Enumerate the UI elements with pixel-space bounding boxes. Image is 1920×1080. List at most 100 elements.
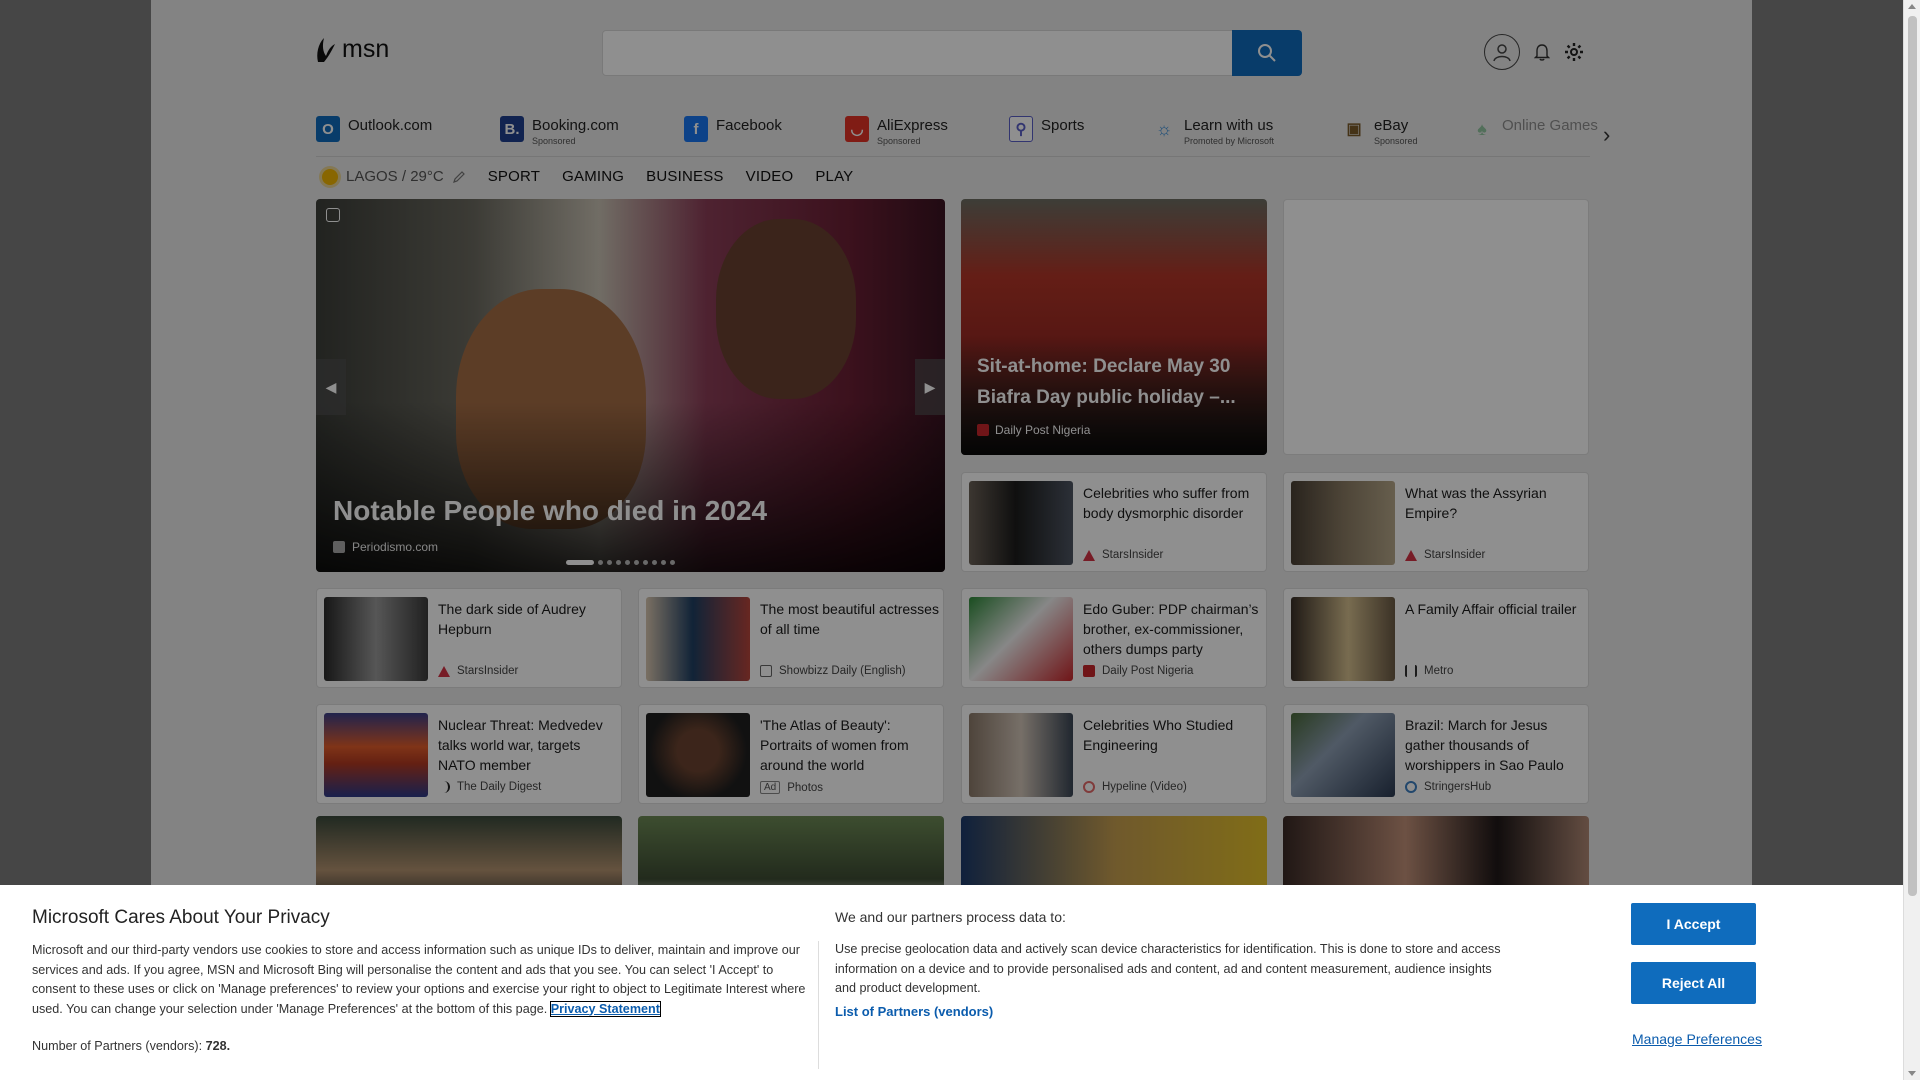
lightbulb-icon: ☼ — [1155, 118, 1173, 139]
msn-butterfly-icon — [317, 37, 335, 62]
carousel-prev-button[interactable]: ◀ — [316, 359, 346, 415]
weather-widget[interactable]: LAGOS / 29°C — [322, 168, 466, 185]
shortcut-facebook[interactable]: f Facebook — [684, 116, 782, 142]
carousel-dot[interactable] — [652, 560, 657, 565]
card-thumbnail — [1291, 713, 1395, 797]
divider — [818, 941, 819, 1069]
booking-icon: B. — [500, 116, 524, 142]
caret-right-icon: ▶ — [924, 378, 936, 395]
games-icon: ♠ — [1477, 118, 1487, 139]
news-card[interactable]: The dark side of Audrey Hepburn StarsIns… — [316, 588, 622, 688]
carousel-dot[interactable] — [670, 560, 675, 565]
nav-sport[interactable]: SPORT — [488, 168, 540, 185]
account-button[interactable] — [1484, 34, 1520, 70]
scroll-up-icon[interactable] — [1908, 4, 1916, 9]
carousel-dot[interactable] — [661, 560, 666, 565]
daily-post-logo-icon — [977, 424, 989, 436]
logo-text: msn — [342, 35, 390, 63]
feature-story[interactable]: Sit-at-home: Declare May 30 Biafra Day p… — [961, 199, 1267, 455]
stringershub-logo-icon — [1405, 781, 1417, 793]
shortcut-outlook[interactable]: O Outlook.com — [316, 116, 432, 142]
outlook-icon: O — [316, 116, 340, 142]
sun-icon — [322, 168, 338, 185]
aliexpress-icon: ◡ — [845, 116, 869, 142]
carousel-dot[interactable] — [566, 560, 594, 565]
shortcut-booking[interactable]: B. Booking.com Sponsored — [500, 116, 619, 146]
carousel-dot[interactable] — [634, 560, 639, 565]
news-card[interactable]: What was the Assyrian Empire? StarsInsid… — [1283, 472, 1589, 572]
feature-title[interactable]: Sit-at-home: Declare May 30 Biafra Day p… — [977, 351, 1262, 413]
nav-play[interactable]: PLAY — [815, 168, 853, 185]
shortcut-online-games[interactable]: ♠ Online Games — [1470, 116, 1598, 142]
privacy-title: Microsoft Cares About Your Privacy — [32, 907, 330, 928]
ad-slot — [1283, 199, 1589, 455]
card-thumbnail — [1291, 481, 1395, 565]
privacy-banner: Microsoft Cares About Your Privacy Micro… — [0, 885, 1903, 1080]
divider — [316, 156, 1590, 157]
carousel-dot[interactable] — [598, 560, 603, 565]
privacy-statement-link[interactable]: Privacy Statement — [549, 1000, 661, 1017]
nav-business[interactable]: BUSINESS — [646, 168, 723, 185]
scrollbar-thumb[interactable] — [1908, 16, 1917, 896]
sports-icon: ⚲ — [1009, 116, 1033, 142]
shortcut-learn[interactable]: ☼ Learn with us Promoted by Microsoft — [1152, 116, 1274, 146]
privacy-body: Microsoft and our third-party vendors us… — [32, 943, 806, 1017]
card-thumbnail — [324, 713, 428, 797]
hypeline-logo-icon — [1083, 781, 1095, 793]
manage-preferences-link[interactable]: Manage Preferences — [1632, 1031, 1762, 1047]
card-thumbnail — [646, 597, 750, 681]
reject-all-button[interactable]: Reject All — [1631, 962, 1756, 1004]
news-card[interactable]: Celebrities Who Studied Engineering Hype… — [961, 704, 1267, 804]
card-thumbnail — [324, 597, 428, 681]
carousel-next-button[interactable]: ▶ — [915, 359, 945, 415]
caret-left-icon: ◀ — [325, 378, 337, 395]
partners-count: Number of Partners (vendors): 728. — [32, 1039, 231, 1053]
starsinsider-logo-icon — [438, 665, 450, 677]
daily-post-logo-icon — [1083, 665, 1095, 677]
card-thumbnail — [969, 713, 1073, 797]
card-thumbnail — [969, 597, 1073, 681]
shortcut-ebay[interactable]: ▣ eBay Sponsored — [1342, 116, 1417, 146]
privacy-subtitle: We and our partners process data to: — [835, 909, 1066, 925]
gear-icon[interactable] — [1564, 42, 1584, 62]
ad-badge: Ad — [760, 781, 781, 794]
privacy-purposes: Use precise geolocation data and activel… — [835, 942, 1501, 995]
carousel-dots[interactable] — [566, 560, 675, 565]
shortcut-aliexpress[interactable]: ◡ AliExpress Sponsored — [845, 116, 948, 146]
news-card[interactable]: A Family Affair official trailer Metro — [1283, 588, 1589, 688]
nav-gaming[interactable]: GAMING — [562, 168, 624, 185]
starsinsider-logo-icon — [1405, 549, 1417, 561]
accept-button[interactable]: I Accept — [1631, 903, 1756, 945]
carousel-dot[interactable] — [607, 560, 612, 565]
chevron-right-icon[interactable]: › — [1603, 122, 1610, 148]
search-bar[interactable] — [602, 30, 1302, 76]
carousel-dot[interactable] — [643, 560, 648, 565]
hero-title[interactable]: Notable People who died in 2024 — [333, 495, 767, 527]
pencil-icon[interactable] — [452, 170, 466, 184]
news-card[interactable]: 'The Atlas of Beauty': Portraits of wome… — [638, 704, 944, 804]
bell-icon[interactable] — [1534, 43, 1550, 61]
list-of-partners-link[interactable]: List of Partners (vendors) — [835, 1004, 993, 1019]
search-button[interactable] — [1232, 30, 1302, 76]
carousel-dot[interactable] — [625, 560, 630, 565]
daily-digest-logo-icon — [438, 781, 450, 793]
hero-source: Periodismo.com — [333, 540, 438, 554]
ebay-icon: ▣ — [1346, 121, 1362, 138]
news-card[interactable]: Edo Guber: PDP chairman’s brother, ex-co… — [961, 588, 1267, 688]
news-card[interactable]: Brazil: March for Jesus gather thousands… — [1283, 704, 1589, 804]
hero-image-person — [716, 219, 856, 399]
starsinsider-logo-icon — [1083, 549, 1095, 561]
card-thumbnail — [969, 481, 1073, 565]
news-card[interactable]: Nuclear Threat: Medvedev talks world war… — [316, 704, 622, 804]
shortcut-sports[interactable]: ⚲ Sports — [1009, 116, 1084, 142]
carousel-dot[interactable] — [616, 560, 621, 565]
news-card[interactable]: The most beautiful actresses of all time… — [638, 588, 944, 688]
news-card[interactable]: Celebrities who suffer from body dysmorp… — [961, 472, 1267, 572]
card-thumbnail — [1291, 597, 1395, 681]
search-icon — [1258, 44, 1276, 62]
hero-carousel[interactable]: ◀ ▶ Notable People who died in 2024 Peri… — [316, 199, 945, 572]
scroll-down-icon[interactable] — [1908, 1071, 1916, 1076]
nav-video[interactable]: VIDEO — [746, 168, 794, 185]
msn-logo[interactable]: msn — [314, 35, 389, 64]
scrollbar[interactable] — [1903, 0, 1920, 1080]
